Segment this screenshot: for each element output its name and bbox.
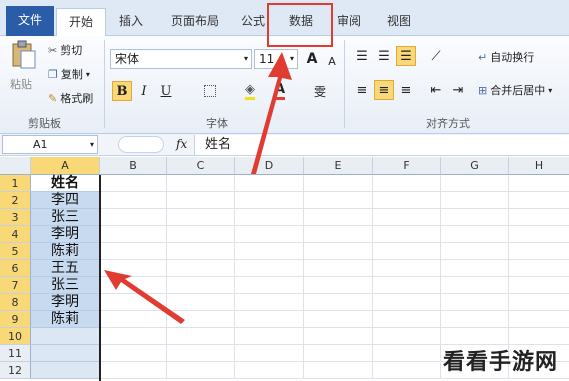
- highlight-box: [267, 3, 333, 47]
- arrow-up: [251, 52, 292, 174]
- watermark: 看看手游网: [443, 350, 559, 375]
- annotation-overlay: [104, 3, 333, 324]
- arrow-left: [104, 270, 185, 324]
